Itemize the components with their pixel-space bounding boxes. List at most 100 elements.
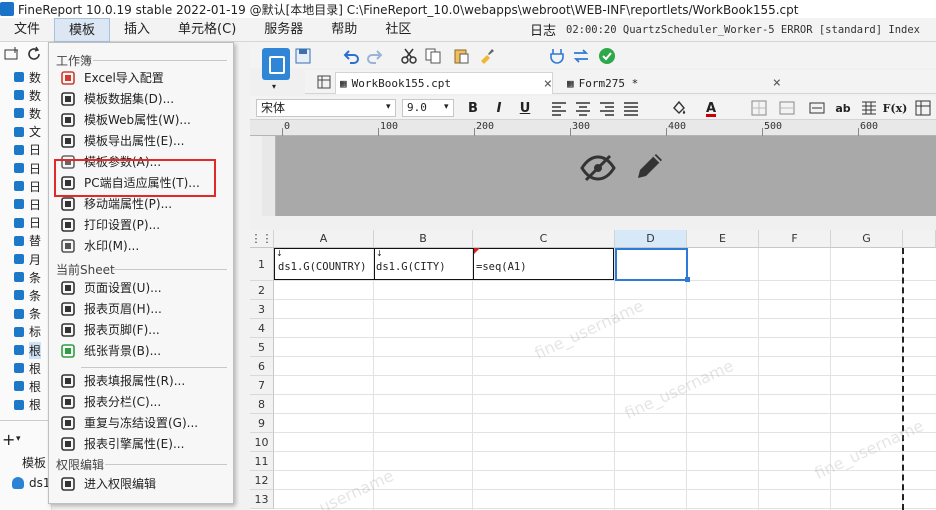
plugin-icon[interactable]	[548, 47, 566, 65]
menu-option[interactable]: 进入权限编辑	[49, 473, 233, 494]
table-icon[interactable]	[860, 99, 878, 117]
underline-button[interactable]: U	[516, 99, 534, 117]
cell-a1[interactable]: ds1.G(COUNTRY)	[278, 261, 367, 273]
menu-option[interactable]: 模板Web属性(W)...	[49, 109, 233, 130]
menu-item-1[interactable]: 模板	[54, 17, 111, 42]
add-icon[interactable]: +	[2, 430, 15, 449]
new-folder-icon[interactable]	[4, 46, 20, 62]
tree-item[interactable]: 替	[14, 232, 41, 250]
chevron-down-icon[interactable]: ▾	[386, 102, 391, 112]
column-header-f[interactable]: F	[759, 230, 831, 248]
formula-icon[interactable]: F(x)	[883, 99, 908, 117]
tree-item[interactable]: 条	[14, 268, 41, 286]
cell-c1[interactable]: =seq(A1)	[476, 261, 527, 273]
tree-item[interactable]: 根	[14, 341, 42, 359]
text-wrap-icon[interactable]	[808, 99, 826, 117]
menu-item-6[interactable]: 社区	[371, 18, 425, 42]
menu-option[interactable]: 重复与冻结设置(G)...	[49, 412, 233, 433]
menu-option[interactable]: 移动端属性(P)...	[49, 193, 233, 214]
tree-item[interactable]: 文	[14, 123, 41, 141]
menu-item-3[interactable]: 单元格(C)	[164, 18, 250, 42]
column-header-b[interactable]: B	[374, 230, 473, 248]
chevron-down-icon[interactable]: ▾	[444, 102, 449, 112]
border-icon[interactable]	[750, 99, 768, 117]
menu-option[interactable]: 页面设置(U)...	[49, 277, 233, 298]
paste-icon[interactable]	[452, 47, 470, 65]
cut-icon[interactable]	[400, 47, 418, 65]
redo-icon[interactable]	[366, 47, 384, 65]
check-circle-icon[interactable]	[598, 47, 616, 65]
align-justify-icon[interactable]	[622, 99, 640, 117]
column-header-d[interactable]: D	[615, 230, 687, 248]
tree-item[interactable]: 日	[14, 195, 41, 213]
row-header-1[interactable]: 1	[250, 248, 274, 281]
column-header-e[interactable]: E	[687, 230, 759, 248]
tree-item[interactable]: 根	[14, 359, 41, 377]
tab-1[interactable]: ▦ Form275 * ×	[563, 72, 781, 94]
swap-icon[interactable]	[572, 47, 590, 65]
tree-item[interactable]: 条	[14, 305, 41, 323]
tree-item[interactable]: 根	[14, 396, 41, 414]
menu-option[interactable]: 模板参数(A)...	[49, 151, 233, 172]
menu-option[interactable]: 模板导出属性(E)...	[49, 130, 233, 151]
cell-b1[interactable]: ds1.G(CITY)	[376, 261, 446, 273]
column-header-g[interactable]: G	[831, 230, 903, 248]
row-header-13[interactable]: 13	[250, 490, 274, 509]
row-header-11[interactable]: 11	[250, 452, 274, 471]
menu-option[interactable]: 纸张背景(B)...	[49, 340, 233, 361]
italic-button[interactable]: I	[490, 99, 508, 117]
row-header-3[interactable]: 3	[250, 300, 274, 319]
log-label[interactable]: 日志	[530, 20, 556, 39]
tab-0[interactable]: ▦ WorkBook155.cpt ×	[335, 72, 553, 94]
menu-item-2[interactable]: 插入	[110, 18, 164, 42]
tree-item[interactable]: 日	[14, 141, 41, 159]
bold-button[interactable]: B	[464, 99, 482, 117]
merge-cells-icon[interactable]	[778, 99, 796, 117]
save-icon[interactable]	[294, 47, 312, 65]
format-painter-icon[interactable]	[478, 47, 496, 65]
row-header-9[interactable]: 9	[250, 414, 274, 433]
row-header-4[interactable]: 4	[250, 319, 274, 338]
menu-option[interactable]: 报表引擎属性(E)...	[49, 433, 233, 454]
row-header-5[interactable]: 5	[250, 338, 274, 357]
dataset-item[interactable]: ds1	[12, 476, 51, 490]
tree-item[interactable]: 日	[14, 177, 41, 195]
undo-icon[interactable]	[342, 47, 360, 65]
tree-item[interactable]: 日	[14, 214, 41, 232]
tree-item[interactable]: 数	[14, 104, 41, 122]
menu-item-0[interactable]: 文件	[0, 18, 54, 42]
row-header-12[interactable]: 12	[250, 471, 274, 490]
close-icon[interactable]: ×	[773, 75, 781, 91]
row-header-7[interactable]: 7	[250, 376, 274, 395]
selected-cell-d1[interactable]	[615, 248, 688, 281]
row-header-6[interactable]: 6	[250, 357, 274, 376]
refresh-icon[interactable]	[26, 46, 42, 62]
tree-item[interactable]: 数	[14, 86, 41, 104]
align-center-icon[interactable]	[574, 99, 592, 117]
column-header-c[interactable]: C	[473, 230, 615, 248]
row-header-10[interactable]: 10	[250, 433, 274, 452]
tree-item[interactable]: 数	[14, 68, 41, 86]
align-left-icon[interactable]	[550, 99, 568, 117]
menu-option[interactable]: PC端自适应属性(T)...	[49, 172, 233, 193]
font-color-icon[interactable]: A	[702, 99, 720, 117]
menu-item-5[interactable]: 帮助	[317, 18, 371, 42]
align-right-icon[interactable]	[598, 99, 616, 117]
menu-item-4[interactable]: 服务器	[250, 18, 317, 42]
menu-option[interactable]: 报表页脚(F)...	[49, 319, 233, 340]
fill-color-icon[interactable]	[670, 99, 688, 117]
chevron-down-icon[interactable]: ▾	[16, 434, 21, 444]
copy-icon[interactable]	[424, 47, 442, 65]
menu-option[interactable]: 模板数据集(D)...	[49, 88, 233, 109]
text-ab-icon[interactable]: ab	[834, 99, 852, 117]
menu-option[interactable]: 打印设置(P)...	[49, 214, 233, 235]
grid-layout-icon[interactable]	[317, 75, 331, 89]
menu-option[interactable]: 报表页眉(H)...	[49, 298, 233, 319]
fill-handle[interactable]	[685, 277, 690, 282]
menu-option[interactable]: 水印(M)...	[49, 235, 233, 256]
font-family-select[interactable]: 宋体	[256, 99, 396, 117]
tree-item[interactable]: 条	[14, 286, 41, 304]
column-header-a[interactable]: A	[274, 230, 374, 248]
tree-item[interactable]: 根	[14, 377, 41, 395]
menu-option[interactable]: 报表分栏(C)...	[49, 391, 233, 412]
